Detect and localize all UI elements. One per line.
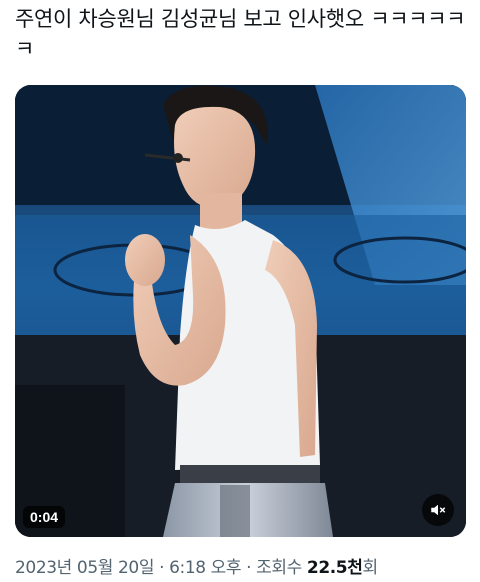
speaker-muted-icon (431, 504, 446, 516)
meta-separator: · (241, 558, 257, 578)
post-time[interactable]: 6:18 오후 (169, 558, 241, 578)
post-container: 주연이 차승원님 김성균님 보고 인사햇오 ㅋㅋㅋㅋㅋㅋ 0:04 2023년 … (0, 0, 480, 582)
video-frame (15, 85, 466, 537)
post-date[interactable]: 2023년 05월 20일 (15, 558, 154, 578)
post-text: 주연이 차승원님 김성균님 보고 인사햇오 ㅋㅋㅋㅋㅋㅋ (15, 7, 466, 61)
video-player[interactable]: 0:04 (15, 85, 466, 537)
views-count: 22.5천 (306, 558, 363, 578)
mute-button[interactable] (422, 494, 454, 526)
meta-separator: · (154, 558, 170, 578)
views-suffix: 회 (362, 558, 378, 578)
video-timestamp: 0:04 (23, 506, 66, 528)
views-label: 조회수 (256, 558, 307, 578)
post-meta: 2023년 05월 20일 · 6:18 오후 · 조회수 22.5천회 (15, 553, 378, 578)
